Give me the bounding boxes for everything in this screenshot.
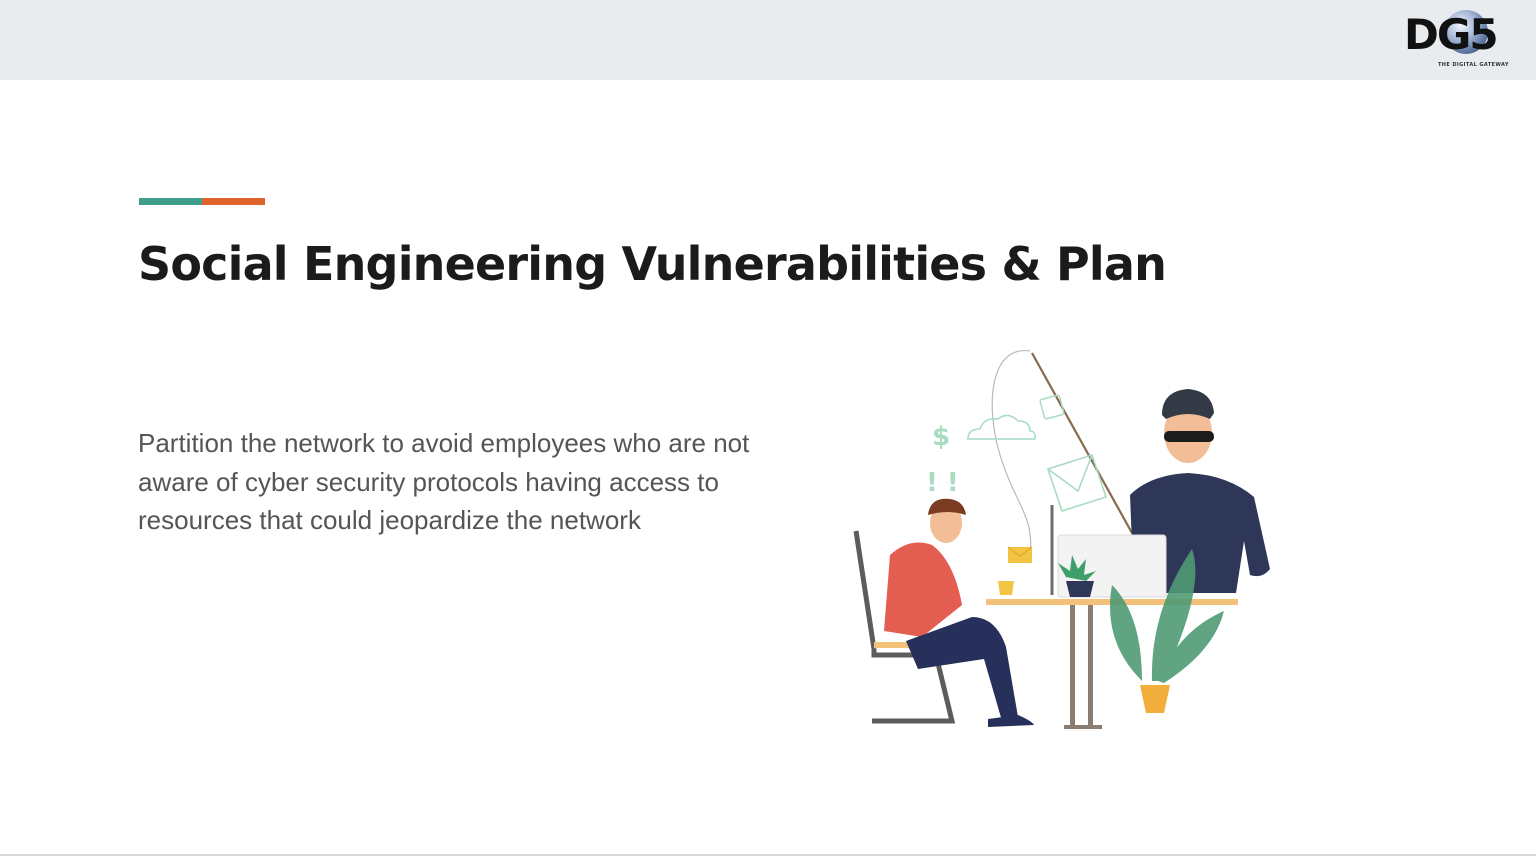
- slide-body-text: Partition the network to avoid employees…: [138, 428, 750, 535]
- cloud-icon: [967, 414, 1036, 440]
- hacker-mask: [1164, 431, 1214, 442]
- title-accent-bar: [139, 198, 265, 205]
- fishing-rod: [1031, 352, 1133, 534]
- slide: DG5 THE DIGITAL GATEWAY Social Engineeri…: [0, 0, 1536, 856]
- employee-shoes: [988, 715, 1034, 727]
- dg5-logo: DG5 THE DIGITAL GATEWAY: [1400, 4, 1534, 72]
- coffee-cup-icon: [998, 581, 1014, 595]
- chair-back: [853, 530, 877, 650]
- document-icon: [1039, 394, 1065, 420]
- desk-leg-right: [1088, 605, 1093, 729]
- desk-leg-left: [1070, 605, 1075, 729]
- employee-torso: [884, 542, 962, 637]
- small-plant-pot: [1066, 581, 1094, 597]
- desk-foot: [1064, 725, 1102, 729]
- phishing-illustration: $ ! !: [853, 350, 1270, 729]
- fishing-line: [991, 350, 1032, 558]
- plant-pot: [1140, 685, 1170, 713]
- dollar-icon: $: [932, 422, 950, 452]
- slide-title: Social Engineering Vulnerabilities & Pla…: [138, 237, 1167, 291]
- exclamation-icon: ! !: [926, 468, 959, 498]
- logo-text: DG5: [1404, 10, 1499, 59]
- accent-orange-segment: [202, 198, 265, 205]
- envelope-icon: [1046, 453, 1108, 513]
- accent-teal-segment: [139, 198, 202, 205]
- header-band: [0, 0, 1536, 80]
- logo-tagline: THE DIGITAL GATEWAY: [1438, 62, 1509, 68]
